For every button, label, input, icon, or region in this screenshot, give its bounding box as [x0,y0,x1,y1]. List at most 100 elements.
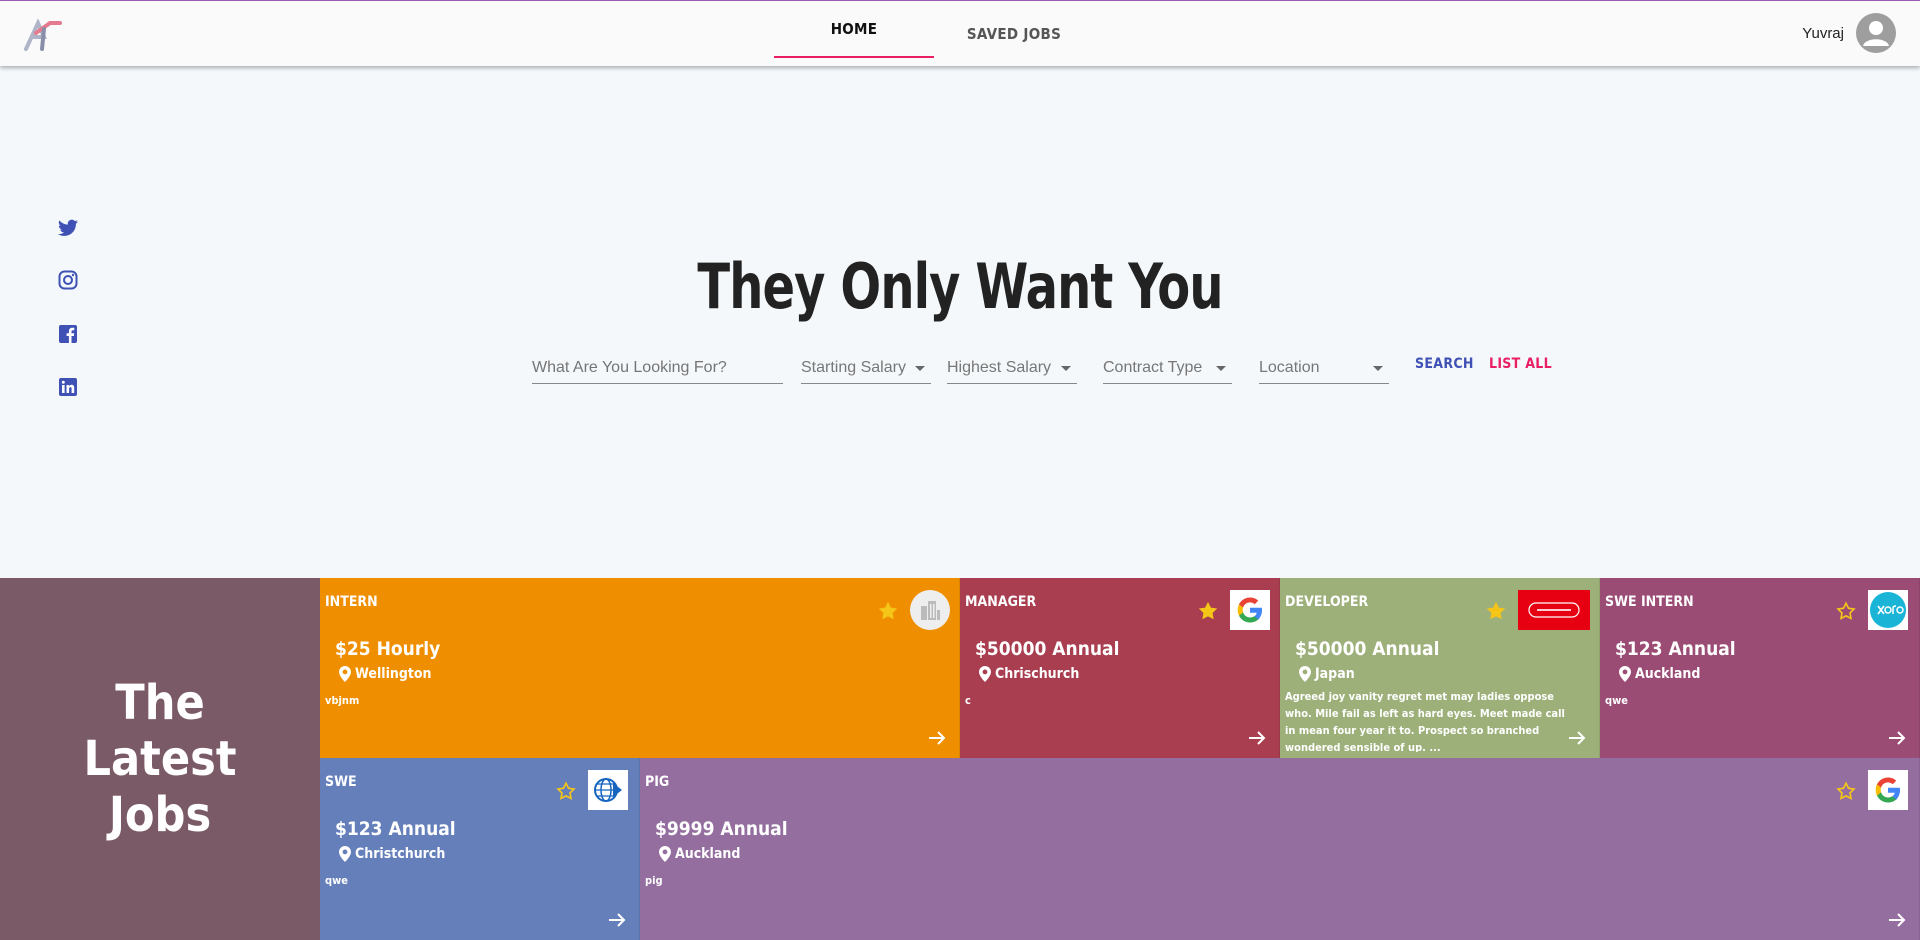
job-salary: $123 Annual [335,818,456,840]
latest-jobs-heading: The Latest Jobs [0,578,320,940]
location-pin-icon [659,846,671,862]
job-description: qwe [1605,694,1628,707]
star-filled-icon[interactable] [1485,600,1507,622]
location-pin-icon [1299,666,1311,682]
top-app-bar: HOME SAVED JOBS Yuvraj [0,0,1920,66]
contract-type-label: Contract Type [1103,358,1203,376]
app-logo[interactable] [24,19,62,53]
location-select[interactable]: Location [1259,352,1389,384]
job-location-text: Japan [1315,666,1355,682]
xero-logo [1870,592,1906,628]
location-pin-icon [339,846,351,862]
contract-type-select[interactable]: Contract Type [1103,352,1232,384]
tab-home[interactable]: HOME [774,1,934,58]
company-logo [1230,590,1270,630]
tab-saved-jobs[interactable]: SAVED JOBS [934,1,1094,67]
job-card[interactable]: MANAGER $50000 Annual Chrischurch c [960,578,1280,758]
job-location-text: Christchurch [355,846,446,862]
linkedin-icon [59,378,77,396]
star-filled-icon[interactable] [1197,600,1219,622]
job-title: SWE [325,774,357,790]
job-location-text: Auckland [675,846,741,862]
star-outline-icon[interactable] [1835,600,1857,622]
twitter-icon [58,219,78,236]
company-logo [910,590,950,630]
linkedin-link[interactable] [56,375,80,399]
arrow-right-icon[interactable] [1887,910,1907,930]
job-location: Christchurch [339,846,445,862]
job-card[interactable]: SWE $123 Annual Christchurch qwe [320,758,640,940]
nintendo-logo [1528,602,1580,618]
starting-salary-select[interactable]: Starting Salary [801,352,931,384]
job-card[interactable]: INTERN $25 Hourly Wellington vbjnm [320,578,960,758]
avatar[interactable] [1856,13,1896,53]
latest-line-2: Latest [83,731,237,787]
globe-logo [594,778,622,802]
job-title: INTERN [325,594,378,610]
company-logo [1518,590,1590,630]
location-pin-icon [339,666,351,682]
job-card[interactable]: PIG $9999 Annual Auckland pig [640,758,1920,940]
latest-line-3: Jobs [108,787,212,843]
job-salary: $123 Annual [1615,638,1736,660]
arrow-right-icon[interactable] [1247,728,1267,748]
job-card[interactable]: SWE INTERN $123 Annual Auckland qwe [1600,578,1920,758]
highest-salary-select[interactable]: Highest Salary [947,352,1077,384]
job-location-text: Auckland [1635,666,1701,682]
job-description: Agreed joy vanity regret met may ladies … [1285,690,1565,752]
location-pin-icon [1619,666,1631,682]
list-all-button[interactable]: LIST ALL [1489,356,1552,372]
google-logo [1237,597,1262,623]
arrow-right-icon[interactable] [607,910,627,930]
arrow-right-icon[interactable] [1567,728,1587,748]
job-location: Auckland [1619,666,1700,682]
job-description: vbjnm [325,694,360,707]
star-outline-icon[interactable] [555,780,577,802]
building-icon [921,601,940,620]
job-title: PIG [645,774,670,790]
account-icon [1863,21,1889,46]
twitter-link[interactable] [56,216,80,240]
latest-line-1: The [115,675,205,731]
job-description: c [965,694,971,707]
company-logo [588,770,628,810]
chevron-down-icon [1216,366,1226,371]
job-location-text: Chrischurch [995,666,1080,682]
job-location: Auckland [659,846,740,862]
star-filled-icon[interactable] [877,600,899,622]
job-title: MANAGER [965,594,1037,610]
job-title: SWE INTERN [1605,594,1694,610]
job-location: Wellington [339,666,432,682]
company-logo [1868,770,1908,810]
user-name[interactable]: Yuvraj [1802,25,1844,42]
job-card[interactable]: DEVELOPER $50000 Annual Japan Agreed joy… [1280,578,1600,758]
chevron-down-icon [1373,366,1383,371]
arrow-right-icon[interactable] [1887,728,1907,748]
search-input[interactable] [532,358,783,377]
hero-title: They Only Want You [697,250,1223,323]
search-input-field[interactable] [532,352,783,384]
star-outline-icon[interactable] [1835,780,1857,802]
google-logo [1875,777,1900,803]
job-description: qwe [325,874,348,887]
job-salary: $25 Hourly [335,638,441,660]
facebook-link[interactable] [56,322,80,346]
highest-salary-label: Highest Salary [947,358,1052,376]
chevron-down-icon [915,366,925,371]
job-salary: $50000 Annual [1295,638,1440,660]
search-button[interactable]: SEARCH [1415,356,1474,372]
job-location: Chrischurch [979,666,1079,682]
starting-salary-label: Starting Salary [801,358,906,376]
job-salary: $50000 Annual [975,638,1120,660]
chevron-down-icon [1061,366,1071,371]
company-logo [1868,590,1908,630]
job-location-text: Wellington [355,666,432,682]
job-title: DEVELOPER [1285,594,1369,610]
location-label: Location [1259,358,1320,376]
location-pin-icon [979,666,991,682]
arrow-right-icon[interactable] [927,728,947,748]
job-description: pig [645,874,663,887]
job-location: Japan [1299,666,1355,682]
facebook-icon [59,325,77,343]
job-salary: $9999 Annual [655,818,788,840]
